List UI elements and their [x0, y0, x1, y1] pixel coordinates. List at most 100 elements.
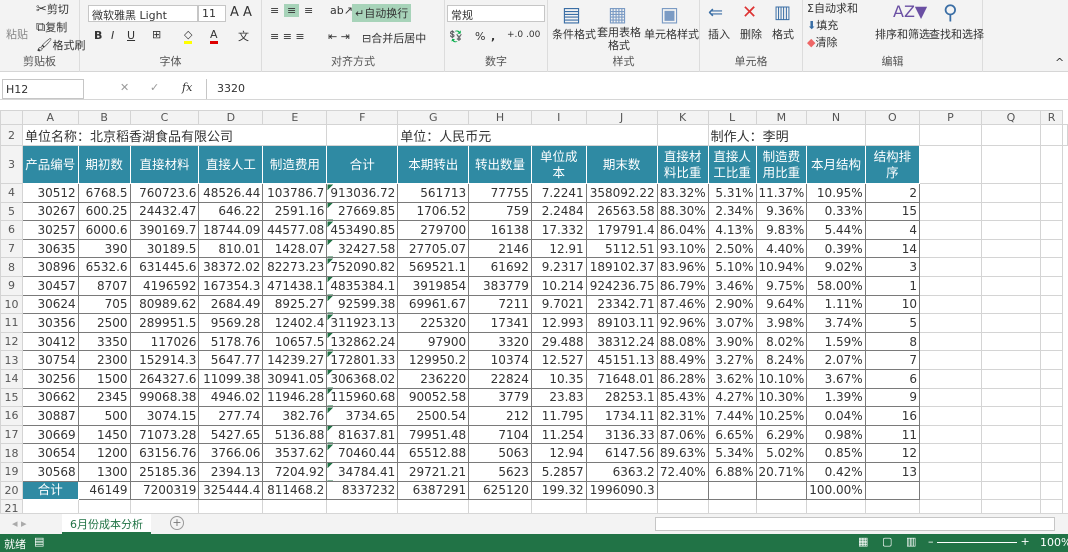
cell[interactable]: [918, 480, 982, 501]
data-cell[interactable]: 6.29%: [755, 424, 808, 445]
cell[interactable]: [918, 238, 982, 259]
underline-button[interactable]: U: [127, 29, 135, 42]
data-cell[interactable]: 32427.58: [326, 238, 399, 259]
cell[interactable]: [980, 424, 1042, 445]
data-cell[interactable]: 2.2484: [530, 201, 587, 222]
copy-button[interactable]: ⧉复制: [36, 19, 67, 35]
data-cell[interactable]: 3136.33: [585, 424, 658, 445]
row-header[interactable]: 7: [0, 238, 23, 259]
data-cell[interactable]: 92.96%: [656, 313, 709, 333]
data-cell[interactable]: 6.88%: [707, 461, 757, 482]
data-cell[interactable]: 14239.27: [262, 350, 328, 370]
data-cell[interactable]: 9: [864, 387, 920, 408]
data-cell[interactable]: 2500.54: [397, 406, 470, 426]
column-title[interactable]: 直接材料比重: [656, 145, 709, 184]
data-cell[interactable]: 5.31%: [707, 183, 757, 203]
data-cell[interactable]: 12: [864, 443, 920, 463]
data-cell[interactable]: 46149: [77, 480, 131, 501]
data-cell[interactable]: 23.83: [530, 387, 587, 408]
data-cell[interactable]: 58.00%: [806, 275, 866, 296]
data-cell[interactable]: 5.02%: [755, 443, 808, 463]
data-cell[interactable]: 11: [864, 424, 920, 445]
data-cell[interactable]: 0.98%: [806, 424, 866, 445]
cell[interactable]: [980, 461, 1042, 482]
data-cell[interactable]: 11.37%: [755, 183, 808, 203]
data-cell[interactable]: 0.42%: [806, 461, 866, 482]
bold-button[interactable]: B: [94, 29, 102, 42]
data-cell[interactable]: 7104: [468, 424, 532, 445]
data-cell[interactable]: 72.40%: [656, 461, 709, 482]
data-cell[interactable]: 1.59%: [806, 331, 866, 352]
zoom-slider[interactable]: – +: [928, 535, 1038, 548]
cell[interactable]: [1040, 368, 1063, 389]
cell[interactable]: [918, 145, 982, 184]
fill-button[interactable]: ⬇填充: [807, 17, 838, 33]
column-header[interactable]: B: [77, 110, 131, 125]
data-cell[interactable]: 100.00%: [806, 480, 866, 501]
cell[interactable]: [980, 331, 1042, 352]
data-cell[interactable]: 199.32: [530, 480, 587, 501]
data-cell[interactable]: 625120: [468, 480, 532, 501]
data-cell[interactable]: 22824: [468, 368, 532, 389]
data-cell[interactable]: 3.74%: [806, 313, 866, 333]
data-cell[interactable]: 2.34%: [707, 201, 757, 222]
row-header[interactable]: 17: [0, 424, 23, 445]
data-cell[interactable]: 3.27%: [707, 350, 757, 370]
cell[interactable]: [918, 406, 982, 426]
data-cell[interactable]: 88.49%: [656, 350, 709, 370]
data-cell[interactable]: 10374: [468, 350, 532, 370]
normal-view-icon[interactable]: ▦: [858, 535, 868, 548]
cell[interactable]: [1040, 480, 1063, 501]
cell[interactable]: [980, 220, 1042, 240]
data-cell[interactable]: 77755: [468, 183, 532, 203]
cell[interactable]: [980, 443, 1042, 463]
data-cell[interactable]: 28253.1: [585, 387, 658, 408]
data-cell[interactable]: 82273.23: [262, 257, 328, 277]
data-cell[interactable]: 132862.24: [326, 331, 399, 352]
data-cell[interactable]: 29.488: [530, 331, 587, 352]
data-cell[interactable]: 306368.02: [326, 368, 399, 389]
row-header[interactable]: 3: [0, 145, 23, 184]
data-cell[interactable]: [656, 480, 709, 501]
page-break-icon[interactable]: ▥: [906, 535, 916, 548]
row-header[interactable]: 18: [0, 443, 23, 463]
data-cell[interactable]: 0.04%: [806, 406, 866, 426]
data-cell[interactable]: 11.795: [530, 406, 587, 426]
data-cell[interactable]: 30189.5: [129, 238, 200, 259]
data-cell[interactable]: 30754: [21, 350, 79, 370]
cell[interactable]: [1040, 145, 1063, 184]
data-cell[interactable]: 70460.44: [326, 443, 399, 463]
cell[interactable]: [918, 387, 982, 408]
data-cell[interactable]: 1300: [77, 461, 131, 482]
data-cell[interactable]: 9.7021: [530, 294, 587, 315]
cell[interactable]: [1040, 406, 1063, 426]
data-cell[interactable]: 569521.1: [397, 257, 470, 277]
data-cell[interactable]: 30654: [21, 443, 79, 463]
data-cell[interactable]: 44577.08: [262, 220, 328, 240]
data-cell[interactable]: 6.65%: [707, 424, 757, 445]
data-cell[interactable]: 30568: [21, 461, 79, 482]
data-cell[interactable]: 9.75%: [755, 275, 808, 296]
cell[interactable]: [918, 294, 982, 315]
cell[interactable]: [980, 183, 1042, 203]
find-select-button[interactable]: 查找和选择: [929, 26, 984, 42]
data-cell[interactable]: 8925.27: [262, 294, 328, 315]
row-header[interactable]: 9: [0, 275, 23, 296]
column-title[interactable]: 制造费用比重: [755, 145, 808, 184]
cell[interactable]: [980, 238, 1042, 259]
data-cell[interactable]: 383779: [468, 275, 532, 296]
data-cell[interactable]: 30941.05: [262, 368, 328, 389]
data-cell[interactable]: 10.214: [530, 275, 587, 296]
data-cell[interactable]: 83.32%: [656, 183, 709, 203]
column-title[interactable]: 转出数量: [468, 145, 532, 184]
data-cell[interactable]: 92599.38: [326, 294, 399, 315]
data-cell[interactable]: 2500: [77, 313, 131, 333]
macro-record-icon[interactable]: ▤: [34, 535, 44, 548]
font-color-icon[interactable]: A: [210, 28, 218, 44]
percent-button[interactable]: %: [475, 30, 485, 43]
column-header[interactable]: J: [585, 110, 658, 125]
row-header[interactable]: 11: [0, 313, 23, 333]
data-cell[interactable]: 12.527: [530, 350, 587, 370]
data-cell[interactable]: 0.85%: [806, 443, 866, 463]
align-bottom-icon[interactable]: ≡: [304, 4, 313, 17]
